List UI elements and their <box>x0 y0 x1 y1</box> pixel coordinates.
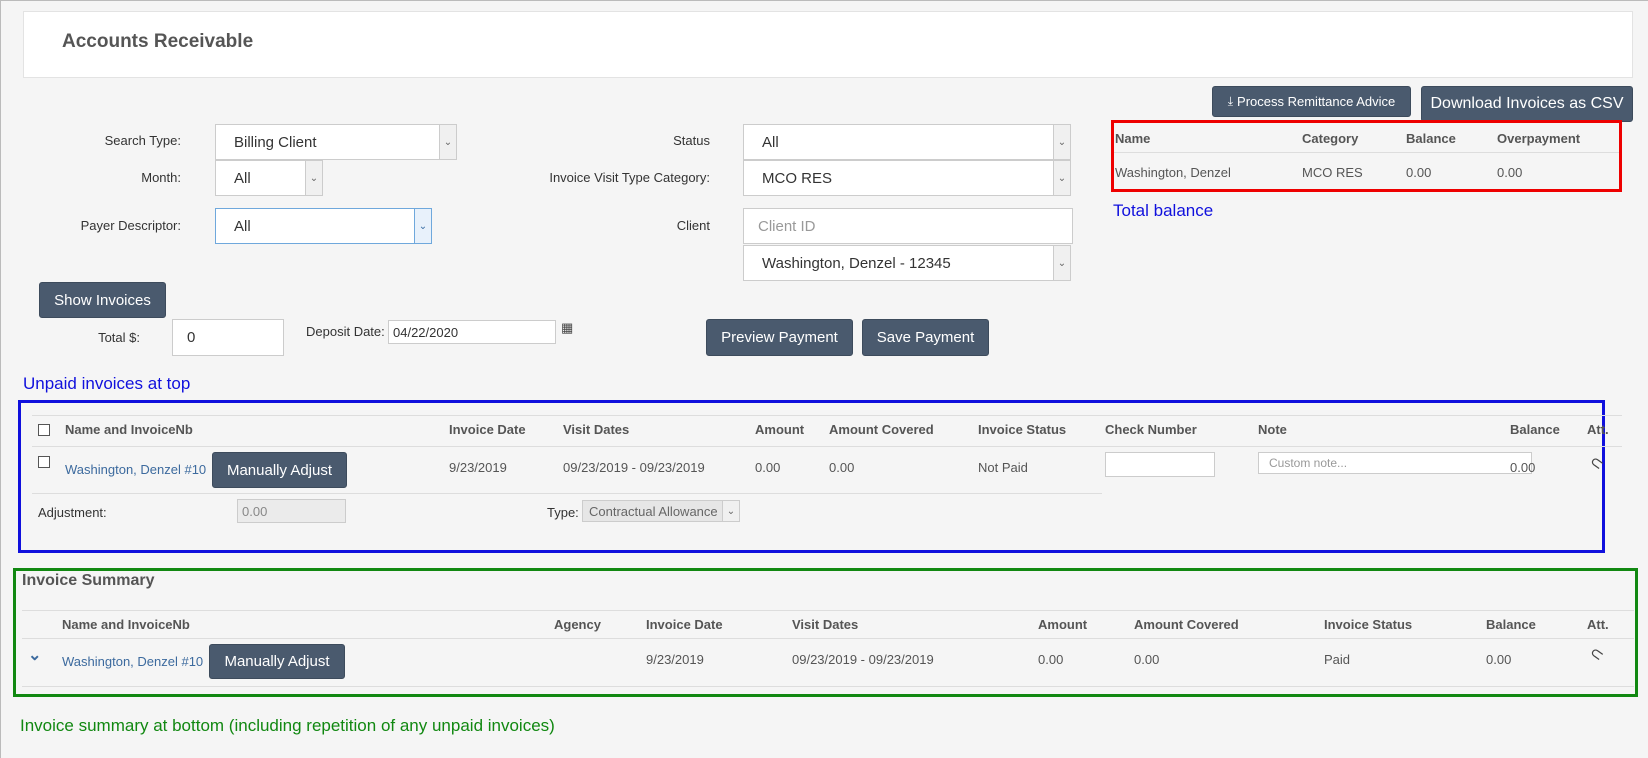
visit-dates: 09/23/2019 - 09/23/2019 <box>792 652 934 667</box>
deposit-date-label: Deposit Date: <box>306 324 385 339</box>
select-all-checkbox[interactable] <box>38 424 50 436</box>
month-label: Month: <box>141 170 181 185</box>
row-checkbox[interactable] <box>38 456 50 468</box>
download-icon: ⤓ <box>1227 94 1234 108</box>
chevron-down-icon: ⌄ <box>722 501 739 521</box>
invoice-date: 9/23/2019 <box>646 652 704 667</box>
amount: 0.00 <box>755 460 781 475</box>
summary-header-name: Name and InvoiceNb <box>62 617 190 632</box>
chevron-down-icon[interactable]: ⌄ <box>28 645 41 665</box>
chevron-down-icon: ⌄ <box>1053 246 1070 280</box>
type-label: Type: <box>547 505 579 520</box>
summary-row-divider <box>22 686 1634 687</box>
table-row: Washington, Denzel #10 Manually Adjust 9… <box>32 447 1607 491</box>
calendar-icon[interactable]: ▦ <box>561 320 573 336</box>
total-input[interactable] <box>172 319 284 356</box>
adjustment-type-select[interactable]: Contractual Allowance ⌄ <box>582 500 740 522</box>
manually-adjust-button[interactable]: Manually Adjust <box>209 644 345 679</box>
show-invoices-button[interactable]: Show Invoices <box>39 282 166 318</box>
invoice-link[interactable]: Washington, Denzel #10 <box>65 462 206 477</box>
unpaid-header-balance: Balance <box>1510 422 1560 437</box>
unpaid-top-divider <box>32 415 1622 416</box>
summary-header-amount-covered: Amount Covered <box>1134 617 1239 632</box>
left-edge <box>0 0 1 758</box>
balance-divider <box>1114 152 1619 153</box>
download-csv-button[interactable]: Download Invoices as CSV <box>1421 86 1633 122</box>
balance-row-name: Washington, Denzel <box>1115 165 1231 180</box>
amount-covered: 0.00 <box>1134 652 1160 667</box>
preview-payment-button[interactable]: Preview Payment <box>706 319 853 356</box>
unpaid-header-status: Invoice Status <box>978 422 1067 437</box>
annotation-total-balance: Total balance <box>1113 201 1214 220</box>
amount: 0.00 <box>1038 652 1064 667</box>
save-payment-button[interactable]: Save Payment <box>862 319 989 356</box>
summary-header-balance: Balance <box>1486 617 1536 632</box>
unpaid-header-visit-dates: Visit Dates <box>563 422 630 437</box>
invoice-summary-title: Invoice Summary <box>22 572 155 589</box>
chevron-down-icon: ⌄ <box>1053 125 1070 159</box>
total-label: Total $: <box>98 330 140 345</box>
invoice-date: 9/23/2019 <box>449 460 507 475</box>
balance-header-overpayment: Overpayment <box>1497 131 1581 146</box>
paperclip-icon[interactable]: ⊂ <box>1585 642 1607 666</box>
client-label: Client <box>676 218 710 233</box>
summary-header-amount: Amount <box>1038 617 1088 632</box>
visit-dates: 09/23/2019 - 09/23/2019 <box>563 460 705 475</box>
balance-row-category: MCO RES <box>1302 165 1363 180</box>
summary-header-att: Att. <box>1587 617 1609 632</box>
month-select[interactable]: All ⌄ <box>215 160 323 196</box>
summary-top-divider <box>22 610 1634 611</box>
balance-row-overpayment: 0.00 <box>1497 165 1523 180</box>
summary-header-status: Invoice Status <box>1324 617 1413 632</box>
client-id-input[interactable] <box>743 208 1073 244</box>
invoice-status: Paid <box>1324 652 1351 667</box>
summary-header-visit-dates: Visit Dates <box>792 617 859 632</box>
chevron-down-icon: ⌄ <box>305 161 322 195</box>
payer-descriptor-select[interactable]: All ⌄ <box>215 208 432 244</box>
invoice-link[interactable]: Washington, Denzel #10 <box>62 654 203 669</box>
header-panel <box>23 11 1633 78</box>
custom-note-input[interactable] <box>1258 452 1532 474</box>
summary-header-invoice-date: Invoice Date <box>646 617 723 632</box>
unpaid-header-name: Name and InvoiceNb <box>65 422 193 437</box>
table-row: ⌄ Washington, Denzel #10 Manually Adjust… <box>22 639 1634 685</box>
chevron-down-icon: ⌄ <box>414 209 431 243</box>
check-number-input[interactable] <box>1105 452 1215 477</box>
amount-covered: 0.00 <box>829 460 855 475</box>
annotation-summary-bottom: Invoice summary at bottom (including rep… <box>20 716 555 735</box>
balance-header-category: Category <box>1302 131 1359 146</box>
chevron-down-icon: ⌄ <box>439 125 456 159</box>
unpaid-header-invoice-date: Invoice Date <box>449 422 526 437</box>
unpaid-header-att: Att. <box>1587 422 1609 437</box>
invoice-status: Not Paid <box>978 460 1028 475</box>
summary-header-agency: Agency <box>554 617 601 632</box>
search-type-label: Search Type: <box>104 133 181 148</box>
unpaid-header-check-number: Check Number <box>1105 422 1197 437</box>
process-remittance-button[interactable]: ⤓ Process Remittance Advice <box>1212 86 1411 117</box>
balance-header-name: Name <box>1115 131 1151 146</box>
adjustment-label: Adjustment: <box>38 505 107 520</box>
status-label: Status <box>673 133 710 148</box>
search-type-select[interactable]: Billing Client ⌄ <box>215 124 457 160</box>
balance-header-balance: Balance <box>1406 131 1456 146</box>
unpaid-header-amount: Amount <box>755 422 805 437</box>
visit-type-select[interactable]: MCO RES ⌄ <box>743 160 1071 196</box>
balance: 0.00 <box>1510 460 1536 475</box>
adjustment-input[interactable] <box>237 499 346 523</box>
client-select[interactable]: Washington, Denzel - 12345 ⌄ <box>743 245 1071 281</box>
manually-adjust-button[interactable]: Manually Adjust <box>212 452 347 488</box>
status-select[interactable]: All ⌄ <box>743 124 1071 160</box>
chevron-down-icon: ⌄ <box>1053 161 1070 195</box>
unpaid-header-note: Note <box>1258 422 1287 437</box>
deposit-date-input[interactable] <box>388 320 556 344</box>
balance: 0.00 <box>1486 652 1512 667</box>
annotation-unpaid-top: Unpaid invoices at top <box>23 374 191 393</box>
balance-row-balance: 0.00 <box>1406 165 1432 180</box>
payer-descriptor-label: Payer Descriptor: <box>80 218 181 233</box>
page-title: Accounts Receivable <box>62 31 254 52</box>
visit-type-label: Invoice Visit Type Category: <box>549 170 710 185</box>
top-edge <box>0 0 1648 1</box>
unpaid-header-amount-covered: Amount Covered <box>829 422 934 437</box>
unpaid-row-divider <box>32 493 1102 494</box>
